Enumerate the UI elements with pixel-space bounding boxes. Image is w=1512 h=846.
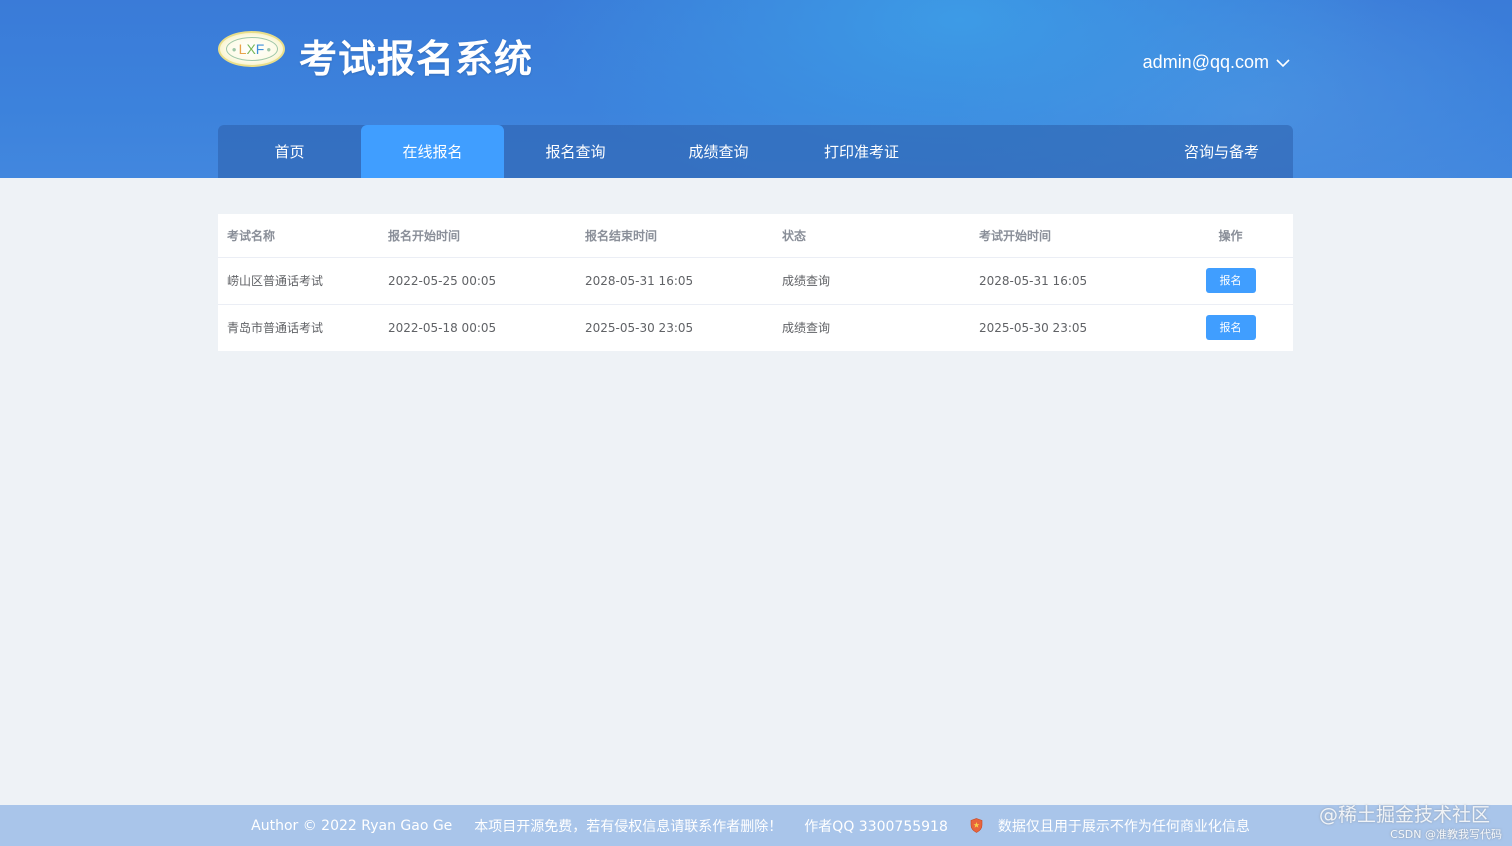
- reg-end-time: 2025-05-30 23:05: [585, 320, 694, 335]
- exam-name: 崂山区普通话考试: [218, 257, 379, 305]
- register-button[interactable]: 报名: [1205, 268, 1256, 293]
- register-button[interactable]: 报名: [1205, 315, 1256, 341]
- reg-start-time: 2022-05-25 00:05: [379, 257, 576, 305]
- nav-print-admission-ticket[interactable]: 打印准考证: [790, 125, 933, 178]
- nav-consultation[interactable]: 咨询与备考: [1150, 125, 1293, 178]
- user-email: admin@qq.com: [1142, 52, 1269, 72]
- watermark-juejin: @稀土掘金技术社区: [1318, 804, 1490, 826]
- footer-disclaimer: 本项目开源免费，若有侵权信息请联系作者删除！: [474, 818, 783, 835]
- column-header: 状态: [773, 214, 970, 258]
- table-row: 崂山区普通话考试 2022-05-25 00:05 2028-05-31 16:…: [218, 257, 1293, 305]
- nav-online-registration[interactable]: 在线报名: [361, 125, 504, 178]
- exam-name: 青岛市普通话考试: [227, 321, 324, 336]
- footer-author: Author © 2022 Ryan Gao Ge: [251, 817, 453, 834]
- footer-notice: 数据仅且用于展示不作为任何商业化信息: [970, 816, 1261, 836]
- table-header-row: 考试名称 报名开始时间 报名结束时间 状态 考试开始时间 操作: [218, 214, 1293, 258]
- exam-start-time: 2025-05-30 23:05: [979, 320, 1088, 335]
- column-header: 报名开始时间: [379, 214, 576, 258]
- shield-icon: [970, 818, 983, 833]
- footer-qq: 作者QQ 3300755918: [804, 818, 948, 835]
- column-header: 报名结束时间: [576, 214, 773, 258]
- table-row: 青岛市普通话考试 2022-05-18 00:05 2025-05-30 23:…: [218, 304, 1293, 351]
- nav-score-query[interactable]: 成绩查询: [647, 125, 790, 178]
- app-title: 考试报名系统: [299, 37, 534, 81]
- exam-table: 考试名称 报名开始时间 报名结束时间 状态 考试开始时间 操作 崂山区普通话考试…: [218, 214, 1293, 351]
- main-nav: 首页 在线报名 报名查询 成绩查询 打印准考证 咨询与备考: [218, 125, 1293, 178]
- chevron-down-icon: [1276, 58, 1290, 67]
- user-menu[interactable]: admin@qq.com: [1143, 52, 1291, 73]
- nav-registration-query[interactable]: 报名查询: [504, 125, 647, 178]
- reg-start-time: 2022-05-18 00:05: [388, 320, 497, 335]
- column-header: 考试名称: [218, 214, 379, 258]
- exam-status: 成绩查询: [782, 321, 831, 336]
- logo-icon[interactable]: ● L X F ●: [218, 31, 285, 67]
- reg-end-time: 2028-05-31 16:05: [576, 257, 773, 305]
- column-header: 操作: [1168, 214, 1293, 258]
- column-header: 考试开始时间: [970, 214, 1168, 258]
- footer-notice-text: 数据仅且用于展示不作为任何商业化信息: [997, 818, 1250, 835]
- footer: Author © 2022 Ryan Gao Ge 本项目开源免费，若有侵权信息…: [0, 805, 1512, 846]
- nav-home[interactable]: 首页: [218, 125, 361, 178]
- header-banner: ● L X F ● 考试报名系统 admin@qq.com 首页 在线报名 报名…: [0, 0, 1512, 178]
- watermark-csdn: CSDN @准教我写代码: [1390, 828, 1502, 841]
- exam-start-time: 2028-05-31 16:05: [970, 257, 1168, 305]
- exam-status: 成绩查询: [773, 257, 970, 305]
